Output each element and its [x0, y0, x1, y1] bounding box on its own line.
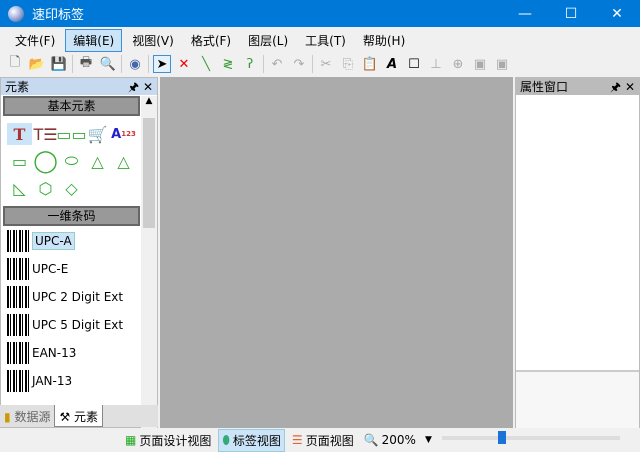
select-pointer-icon[interactable]: ➤: [153, 55, 171, 73]
label-view-button[interactable]: ⬮ 标签视图: [218, 428, 285, 452]
barcode-item[interactable]: UPC-E: [1, 255, 157, 283]
rectangle-icon[interactable]: ▭: [7, 150, 32, 172]
chevron-down-icon: ▼: [424, 435, 432, 445]
properties-title: 属性窗口: [520, 80, 569, 94]
tab-datasource[interactable]: ▮ 数据源: [0, 405, 54, 427]
paste-icon[interactable]: 📋: [361, 55, 379, 73]
text-icon[interactable]: T: [7, 123, 32, 145]
save-icon[interactable]: 💾: [50, 55, 68, 73]
ellipse-icon[interactable]: ⬭: [59, 150, 84, 172]
ungroup-icon[interactable]: ▣: [493, 55, 511, 73]
menu-view[interactable]: 视图(V): [125, 30, 181, 51]
serial-number-icon[interactable]: A 123: [111, 123, 136, 145]
design-canvas[interactable]: [160, 77, 513, 428]
zoom-slider[interactable]: [442, 431, 620, 444]
menu-edit[interactable]: 编辑(E): [65, 28, 123, 52]
menu-tools[interactable]: 工具(T): [298, 30, 353, 51]
barcode-icon: [7, 314, 29, 336]
zoom-dropdown[interactable]: 🔍 200% ▼: [361, 431, 435, 449]
print-icon[interactable]: 🖶: [77, 55, 95, 73]
barcode-item[interactable]: JAN-13: [1, 367, 157, 395]
hexagon-icon[interactable]: ⬡: [33, 177, 58, 199]
zoom-slider-thumb[interactable]: [498, 431, 507, 444]
toolbar: 🗋 📂 💾 🖶 🔍 ◉ ➤ ✕ ╲ ≷ ʔ ↶ ↷ ✂ ⎘ 📋 A ☐ ⊥ ⊕ …: [0, 52, 640, 76]
status-bar: ▦ 页面设计视图 ⬮ 标签视图 ☰ 页面视图 🔍 200% ▼: [0, 428, 640, 452]
tools-icon: ⚒: [59, 410, 71, 424]
barcode-item[interactable]: UPC-A: [1, 227, 157, 255]
page-design-view-button[interactable]: ▦ 页面设计视图: [122, 430, 214, 451]
cart-icon[interactable]: 🛒: [85, 123, 110, 145]
right-triangle-icon[interactable]: ◺: [7, 177, 32, 199]
page-view-button[interactable]: ☰ 页面视图: [289, 430, 357, 451]
minimize-button[interactable]: —: [502, 0, 548, 27]
elements-panel: 元素 🖈 ✕ 基本元素 T T☰ ▭▭ 🛒 A 123 ▭ ◯ ⬭ △ △ ◺ ⬡…: [0, 77, 158, 429]
group-icon[interactable]: ▣: [471, 55, 489, 73]
menu-help[interactable]: 帮助(H): [356, 30, 412, 51]
close-button[interactable]: ✕: [594, 0, 640, 27]
panel-title: 元素: [5, 80, 30, 94]
redo-icon[interactable]: ↷: [290, 55, 308, 73]
menu-file[interactable]: 文件(F): [8, 30, 62, 51]
page-icon: ☰: [291, 433, 303, 447]
barcode-item[interactable]: EAN-13: [1, 339, 157, 367]
menu-layer[interactable]: 图层(L): [241, 30, 295, 51]
panel-close-icon[interactable]: ✕: [625, 80, 635, 94]
multiline-text-icon[interactable]: T☰: [33, 123, 58, 145]
open-icon[interactable]: 📂: [28, 55, 46, 73]
window-title: 速印标签: [32, 8, 85, 23]
group-1d-barcode[interactable]: 一维条码: [3, 206, 140, 226]
triangle2-icon[interactable]: △: [111, 150, 136, 172]
barcode-item[interactable]: UPC 2 Digit Ext: [1, 283, 157, 311]
polyline-icon[interactable]: ≷: [219, 55, 237, 73]
label-icon: ⬮: [222, 432, 230, 447]
menu-format[interactable]: 格式(F): [184, 30, 238, 51]
barcode-icon: [7, 230, 29, 252]
group-basic-elements[interactable]: 基本元素: [3, 96, 140, 116]
panel-close-icon[interactable]: ✕: [143, 80, 153, 94]
diamond-icon[interactable]: ◇: [59, 177, 84, 199]
property-description: [516, 370, 639, 428]
font-icon[interactable]: A: [383, 55, 401, 73]
left-panel-tabs: ▮ 数据源 ⚒ 元素: [0, 405, 158, 427]
pin-icon[interactable]: 🖈: [128, 80, 139, 94]
app-logo-icon: [8, 5, 24, 22]
circle-icon[interactable]: ◯: [33, 149, 58, 174]
triangle-icon[interactable]: △: [85, 150, 110, 172]
maximize-button[interactable]: ☐: [548, 0, 594, 27]
copy-icon[interactable]: ⎘: [339, 55, 357, 73]
datasource-icon: ▮: [4, 410, 11, 424]
line-icon[interactable]: ╲: [197, 55, 215, 73]
barcode-icon: [7, 342, 29, 364]
undo-icon[interactable]: ↶: [268, 55, 286, 73]
pin-icon[interactable]: 🖈: [610, 80, 621, 94]
menu-bar: 文件(F) 编辑(E) 视图(V) 格式(F) 图层(L) 工具(T) 帮助(H…: [0, 28, 640, 52]
grid-icon: ▦: [125, 433, 137, 447]
distribute-icon[interactable]: ⊕: [449, 55, 467, 73]
barcode-item[interactable]: UPC 5 Digit Ext: [1, 311, 157, 339]
tab-elements[interactable]: ⚒ 元素: [54, 405, 104, 427]
cut-icon[interactable]: ✂: [317, 55, 335, 73]
scrollbar[interactable]: ▲▼: [141, 96, 157, 429]
delete-icon[interactable]: ✕: [175, 55, 193, 73]
border-icon[interactable]: ☐: [405, 55, 423, 73]
barcode-icon: [7, 370, 29, 392]
title-bar: 速印标签 — ☐ ✕: [0, 0, 640, 27]
help-icon[interactable]: ◉: [126, 55, 144, 73]
curve-icon[interactable]: ʔ: [241, 55, 259, 73]
zoom-icon: 🔍: [363, 433, 379, 447]
properties-panel: 属性窗口 🖈 ✕: [515, 77, 640, 428]
align-icon[interactable]: ⊥: [427, 55, 445, 73]
barcode-element-icon[interactable]: ▭▭: [56, 123, 86, 145]
new-icon[interactable]: 🗋: [6, 55, 24, 73]
barcode-icon: [7, 286, 29, 308]
barcode-icon: [7, 258, 29, 280]
print-preview-icon[interactable]: 🔍: [99, 55, 117, 73]
